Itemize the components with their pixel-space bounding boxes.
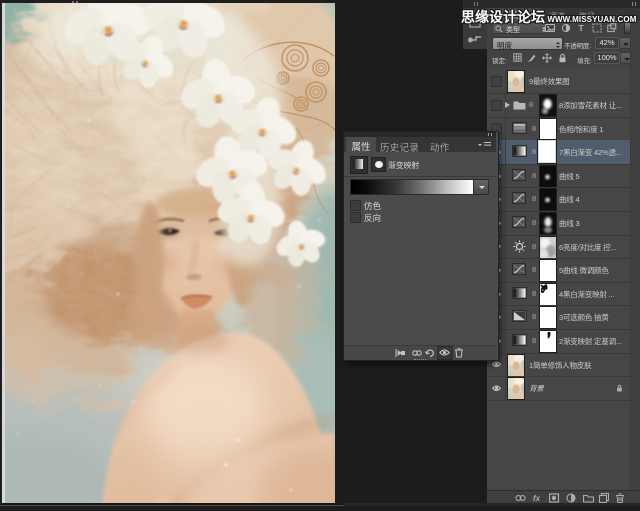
svg-text:fx: fx [533, 494, 541, 503]
